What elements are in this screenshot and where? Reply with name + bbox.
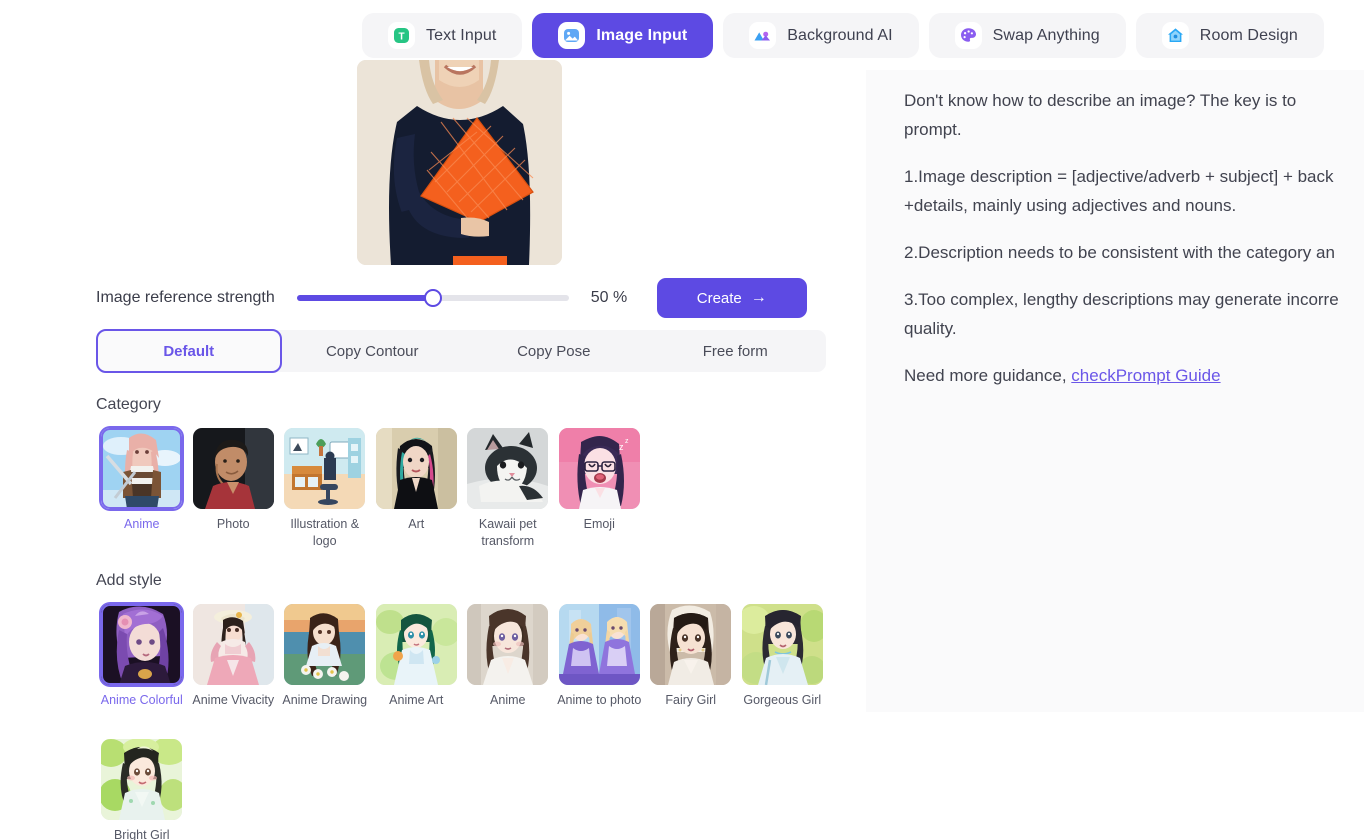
category-item-label: Illustration & logo xyxy=(290,517,360,548)
category-thumbnail xyxy=(284,428,366,509)
image-reference-strength-slider[interactable] xyxy=(296,289,569,307)
style-item-anime-vivacity[interactable]: Anime Vivacity xyxy=(188,604,280,709)
tab-room-design-label: Room Design xyxy=(1199,26,1298,44)
style-item-anime-to-photo[interactable]: Anime to photo xyxy=(554,604,646,709)
style-thumbnail xyxy=(650,604,732,685)
style-thumbnail xyxy=(192,604,274,685)
mode-copy-pose[interactable]: Copy Pose xyxy=(463,330,645,372)
slider-fill xyxy=(296,295,433,301)
image-reference-strength-label: Image reference strength xyxy=(96,289,275,306)
style-grid: Anime Colorful Anime Vivacity Anime Draw… xyxy=(96,604,836,840)
style-thumbnail xyxy=(375,604,457,685)
style-item-label: Gorgeous Girl xyxy=(743,693,822,707)
guidance-rule-3-line1: 3.Too complex, lengthy descriptions may … xyxy=(904,290,1339,309)
reference-image-preview[interactable] xyxy=(357,60,562,265)
guidance-intro-line2: prompt. xyxy=(904,120,962,139)
slider-handle[interactable] xyxy=(423,289,442,307)
style-item-fairy-girl[interactable]: Fairy Girl xyxy=(645,604,737,709)
reference-image-thumbnail xyxy=(357,60,562,265)
guidance-intro: Don't know how to describe an image? The… xyxy=(904,86,1364,144)
guidance-rule-2: 2.Description needs to be consistent wit… xyxy=(904,243,1335,262)
editor-left-column: Image reference strength 50 % Create → D… xyxy=(0,0,866,840)
category-thumbnail xyxy=(375,428,457,509)
app-root: T Text Input Image Input Background AI S… xyxy=(0,0,1364,840)
category-item-label: Kawaii pet transform xyxy=(478,517,537,548)
guidance-rule-3: 3.Too complex, lengthy descriptions may … xyxy=(904,285,1364,343)
category-grid: Anime Photo Illustration & logo Art Kawa… xyxy=(96,428,836,550)
guidance-rule-3-line2: quality. xyxy=(904,319,957,338)
category-thumbnail xyxy=(467,428,549,509)
prompt-guide-link[interactable]: checkPrompt Guide xyxy=(1071,366,1220,385)
create-button[interactable]: Create → xyxy=(656,278,807,318)
arrow-right-icon: → xyxy=(750,289,767,306)
style-section-title: Add style xyxy=(96,572,162,589)
category-item-photo[interactable]: Photo xyxy=(188,428,280,550)
guidance-intro-line1: Don't know how to describe an image? The… xyxy=(904,91,1297,110)
category-item-illustration-logo[interactable]: Illustration & logo xyxy=(279,428,371,550)
style-item-anime[interactable]: Anime xyxy=(462,604,554,709)
style-thumbnail xyxy=(741,604,823,685)
image-reference-strength-value: 50 % xyxy=(590,289,628,306)
style-thumbnail xyxy=(558,604,640,685)
style-thumbnail xyxy=(467,604,549,685)
style-thumbnail xyxy=(284,604,366,685)
guidance-need-more-text: Need more guidance, xyxy=(904,366,1072,385)
category-item-label: Photo xyxy=(216,517,250,531)
mode-copy-contour[interactable]: Copy Contour xyxy=(282,330,464,372)
style-item-anime-drawing[interactable]: Anime Drawing xyxy=(279,604,371,709)
mode-free-form-label: Free form xyxy=(702,342,768,360)
category-thumbnail: z z xyxy=(558,428,640,509)
svg-text:z: z xyxy=(619,442,624,452)
image-reference-strength-row: Image reference strength 50 % Create → xyxy=(96,278,826,318)
style-item-label: Bright Girl xyxy=(113,828,170,840)
mode-free-form[interactable]: Free form xyxy=(645,330,827,372)
style-item-bright-girl[interactable]: Bright Girl xyxy=(96,739,188,840)
mode-copy-contour-label: Copy Contour xyxy=(325,342,419,360)
category-item-label: Art xyxy=(408,517,425,531)
category-item-anime[interactable]: Anime xyxy=(96,428,188,550)
prompt-guidance-content: Don't know how to describe an image? The… xyxy=(866,70,1364,390)
guidance-rule-1: 1.Image description = [adjective/adverb … xyxy=(904,162,1364,220)
tab-room-design[interactable]: Room Design xyxy=(1135,13,1324,58)
guidance-need-more: Need more guidance, checkPrompt Guide xyxy=(904,361,1364,390)
svg-text:z: z xyxy=(625,438,629,445)
house-icon xyxy=(1161,22,1189,49)
reference-mode-tabs: Default Copy Contour Copy Pose Free form xyxy=(96,329,827,373)
category-item-label: Emoji xyxy=(583,517,615,531)
category-thumbnail xyxy=(101,428,183,509)
style-thumbnail xyxy=(101,739,183,820)
category-thumbnail xyxy=(192,428,274,509)
tab-swap-anything-label: Swap Anything xyxy=(992,26,1100,44)
mode-copy-pose-label: Copy Pose xyxy=(517,342,591,360)
category-section-title: Category xyxy=(96,396,161,413)
style-item-anime-colorful[interactable]: Anime Colorful xyxy=(96,604,188,709)
style-item-label: Anime Vivacity xyxy=(192,693,275,707)
palette-icon xyxy=(954,22,982,49)
guidance-rule-1-line2: +details, mainly using adjectives and no… xyxy=(904,196,1237,215)
style-thumbnail xyxy=(101,604,183,685)
mode-default[interactable]: Default xyxy=(96,329,282,373)
tab-swap-anything[interactable]: Swap Anything xyxy=(928,13,1126,58)
guidance-rule-1-line1: 1.Image description = [adjective/adverb … xyxy=(904,167,1334,186)
prompt-guidance-panel: Don't know how to describe an image? The… xyxy=(866,70,1364,712)
category-item-label: Anime xyxy=(124,517,160,531)
style-item-label: Anime Art xyxy=(389,693,444,707)
style-item-label: Anime to photo xyxy=(557,693,642,707)
category-item-art[interactable]: Art xyxy=(371,428,463,550)
style-item-label: Anime Colorful xyxy=(100,693,183,707)
style-item-label: Fairy Girl xyxy=(665,693,717,707)
style-item-gorgeous-girl[interactable]: Gorgeous Girl xyxy=(737,604,829,709)
style-item-label: Anime Drawing xyxy=(282,693,368,707)
mode-default-label: Default xyxy=(163,342,215,360)
category-item-emoji[interactable]: z z Emoji xyxy=(554,428,646,550)
category-item-kawaii-pet-transform[interactable]: Kawaii pet transform xyxy=(462,428,554,550)
style-item-anime-art[interactable]: Anime Art xyxy=(371,604,463,709)
create-button-label: Create xyxy=(696,289,742,307)
style-item-label: Anime xyxy=(490,693,526,707)
